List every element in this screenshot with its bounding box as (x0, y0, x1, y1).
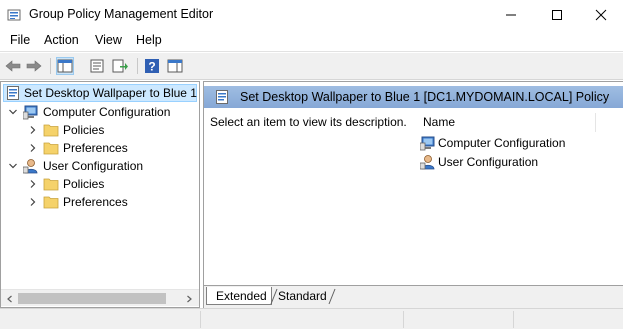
menu-file[interactable]: File (10, 33, 30, 47)
horizontal-scrollbar[interactable] (1, 289, 199, 306)
menu-help[interactable]: Help (136, 33, 162, 47)
gpo-document-icon (215, 89, 231, 105)
scroll-left-icon[interactable] (4, 293, 16, 304)
group-policy-app-icon (7, 8, 21, 22)
folder-icon (43, 122, 59, 138)
export-list-icon (112, 59, 128, 73)
status-bar (0, 308, 623, 329)
chevron-down-icon[interactable] (7, 160, 19, 172)
toolbar-separator (50, 58, 51, 74)
minimize-button[interactable] (488, 0, 534, 30)
console-tree-pane[interactable]: Set Desktop Wallpaper to Blue 1 Computer… (0, 81, 200, 308)
action-pane-icon (167, 59, 183, 73)
menu-view[interactable]: View (95, 33, 122, 47)
gpo-document-icon (6, 85, 20, 101)
computer-icon (23, 104, 39, 120)
list-item-computer-configuration[interactable]: Computer Configuration (420, 134, 565, 152)
close-button[interactable] (578, 0, 623, 30)
user-icon (23, 158, 39, 174)
tab-extended[interactable]: Extended (206, 287, 272, 305)
export-list-button[interactable] (111, 57, 129, 75)
details-header: Set Desktop Wallpaper to Blue 1 [DC1.MYD… (204, 86, 623, 108)
view-tabs: Extended Standard (203, 286, 623, 308)
svg-text:?: ? (148, 60, 155, 74)
back-arrow-icon (5, 60, 21, 72)
tree-item-label: Computer Configuration (43, 105, 171, 119)
status-separator (200, 311, 201, 328)
tree-item-label: User Configuration (43, 159, 144, 173)
user-icon (420, 154, 436, 170)
tree-item-user-policies[interactable]: Policies (27, 175, 104, 193)
tab-divider (328, 288, 336, 305)
description-text: Select an item to view its description. (210, 115, 407, 129)
menu-bar: File Action View Help (0, 30, 623, 52)
menu-action[interactable]: Action (44, 33, 79, 47)
maximize-button[interactable] (534, 0, 580, 30)
tree-item-label: Set Desktop Wallpaper to Blue 1 (24, 86, 197, 100)
title-bar: Group Policy Management Editor (0, 0, 623, 30)
column-header-label: Name (423, 115, 456, 129)
help-icon: ? (145, 59, 159, 74)
show-hide-console-tree-button[interactable] (56, 57, 74, 75)
computer-icon (420, 135, 436, 151)
properties-button[interactable] (88, 57, 106, 75)
close-icon (595, 9, 607, 21)
details-header-title: Set Desktop Wallpaper to Blue 1 [DC1.MYD… (240, 90, 610, 104)
console-tree-icon (57, 59, 73, 73)
tab-label: Standard (278, 289, 327, 303)
chevron-right-icon[interactable] (27, 196, 39, 208)
scrollbar-thumb[interactable] (18, 293, 166, 304)
tree-item-label: Preferences (63, 141, 128, 155)
list-item-user-configuration[interactable]: User Configuration (420, 153, 538, 171)
show-hide-action-pane-button[interactable] (166, 57, 184, 75)
window-title: Group Policy Management Editor (29, 7, 214, 21)
folder-icon (43, 194, 59, 210)
list-item-label: Computer Configuration (438, 136, 566, 150)
tree-item-computer-preferences[interactable]: Preferences (27, 139, 128, 157)
forward-arrow-icon (26, 60, 42, 72)
help-button[interactable]: ? (143, 57, 161, 75)
tree-item-user-preferences[interactable]: Preferences (27, 193, 128, 211)
name-column-header[interactable]: Name (421, 113, 596, 132)
details-pane: Set Desktop Wallpaper to Blue 1 [DC1.MYD… (203, 81, 623, 286)
toolbar-separator (137, 58, 138, 74)
tree-item-computer-configuration[interactable]: Computer Configuration (7, 103, 170, 121)
tree-item-computer-policies[interactable]: Policies (27, 121, 104, 139)
list-item-label: User Configuration (438, 155, 539, 169)
tree-item-label: Preferences (63, 195, 128, 209)
tab-label: Extended (216, 289, 267, 303)
tree-item-label: Policies (63, 123, 105, 137)
tree-item-label: Policies (63, 177, 105, 191)
maximize-icon (552, 10, 562, 20)
status-separator (513, 311, 514, 328)
chevron-right-icon[interactable] (27, 124, 39, 136)
tree-item-user-configuration[interactable]: User Configuration (7, 157, 143, 175)
tree-item-gpo-root[interactable]: Set Desktop Wallpaper to Blue 1 (3, 84, 197, 102)
scroll-right-icon[interactable] (183, 293, 195, 304)
chevron-right-icon[interactable] (27, 178, 39, 190)
minimize-icon (506, 14, 516, 16)
forward-button[interactable] (25, 57, 43, 75)
folder-icon (43, 176, 59, 192)
status-separator (403, 311, 404, 328)
folder-icon (43, 140, 59, 156)
chevron-down-icon[interactable] (7, 106, 19, 118)
chevron-right-icon[interactable] (27, 142, 39, 154)
back-button[interactable] (4, 57, 22, 75)
toolbar: ? (0, 53, 623, 80)
properties-icon (90, 59, 104, 73)
tab-standard[interactable]: Standard (274, 287, 334, 305)
